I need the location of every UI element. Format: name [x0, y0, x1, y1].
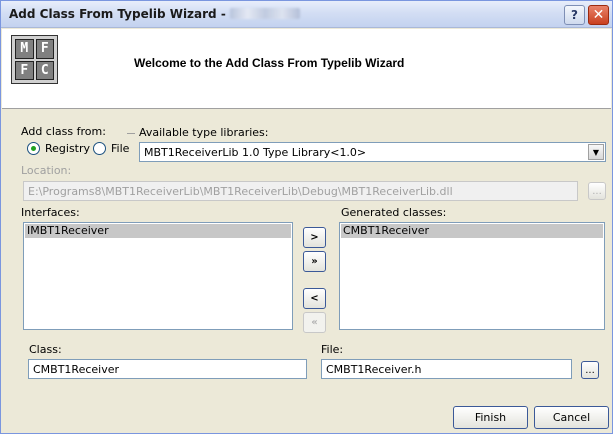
generated-classes-list[interactable]: CMBT1Receiver — [339, 222, 605, 330]
logo-cell: F — [35, 39, 54, 59]
file-radio-label[interactable]: File — [111, 142, 129, 155]
list-item[interactable]: IMBT1Receiver — [25, 224, 291, 238]
cancel-button[interactable]: Cancel — [534, 406, 609, 429]
type-library-value: MBT1ReceiverLib 1.0 Type Library<1.0> — [144, 146, 367, 159]
move-one-left-button[interactable]: < — [303, 288, 326, 309]
location-field: E:\Programs8\MBT1ReceiverLib\MBT1Receive… — [23, 181, 578, 201]
help-button[interactable]: ? — [564, 5, 585, 25]
add-class-from-label: Add class from: — [21, 125, 106, 138]
class-name-value: CMBT1Receiver — [33, 363, 120, 376]
available-libraries-label: Available type libraries: — [139, 126, 269, 139]
logo-cell: F — [15, 60, 34, 80]
class-name-field[interactable]: CMBT1Receiver — [28, 359, 307, 379]
welcome-heading: Welcome to the Add Class From Typelib Wi… — [134, 56, 405, 70]
title-bar[interactable]: Add Class From Typelib Wizard - ? ✕ — [1, 1, 612, 28]
generated-classes-label: Generated classes: — [341, 206, 447, 219]
wizard-window: Add Class From Typelib Wizard - ? ✕ M F … — [0, 0, 613, 434]
wizard-header: M F F C Welcome to the Add Class From Ty… — [2, 29, 611, 109]
location-value: E:\Programs8\MBT1ReceiverLib\MBT1Receive… — [28, 185, 453, 198]
list-item[interactable]: CMBT1Receiver — [341, 224, 603, 238]
interfaces-label: Interfaces: — [21, 206, 80, 219]
finish-button[interactable]: Finish — [453, 406, 528, 429]
mfc-logo-icon: M F F C — [11, 35, 58, 84]
registry-label[interactable]: Registry — [45, 142, 90, 155]
file-radio[interactable] — [93, 142, 106, 155]
move-one-right-button[interactable]: > — [303, 227, 326, 248]
window-title: Add Class From Typelib Wizard - — [9, 7, 300, 21]
move-all-right-button[interactable]: » — [303, 251, 326, 272]
file-name-field[interactable]: CMBT1Receiver.h — [321, 359, 572, 379]
file-browse-button[interactable]: ... — [581, 361, 599, 379]
registry-radio[interactable] — [27, 142, 40, 155]
logo-cell: C — [35, 60, 54, 80]
file-name-value: CMBT1Receiver.h — [326, 363, 422, 376]
class-label: Class: — [29, 343, 62, 356]
move-all-left-button: « — [303, 312, 326, 333]
redacted-title-text — [229, 8, 300, 19]
group-separator — [127, 133, 135, 134]
location-label: Location: — [21, 164, 72, 177]
location-browse-button: ... — [588, 182, 606, 200]
type-library-select[interactable]: MBT1ReceiverLib 1.0 Type Library<1.0> ▼ — [139, 142, 606, 162]
chevron-down-icon[interactable]: ▼ — [588, 144, 604, 160]
interfaces-list[interactable]: IMBT1Receiver — [23, 222, 293, 330]
file-field-label: File: — [321, 343, 344, 356]
logo-cell: M — [15, 39, 34, 59]
close-button[interactable]: ✕ — [588, 5, 609, 25]
